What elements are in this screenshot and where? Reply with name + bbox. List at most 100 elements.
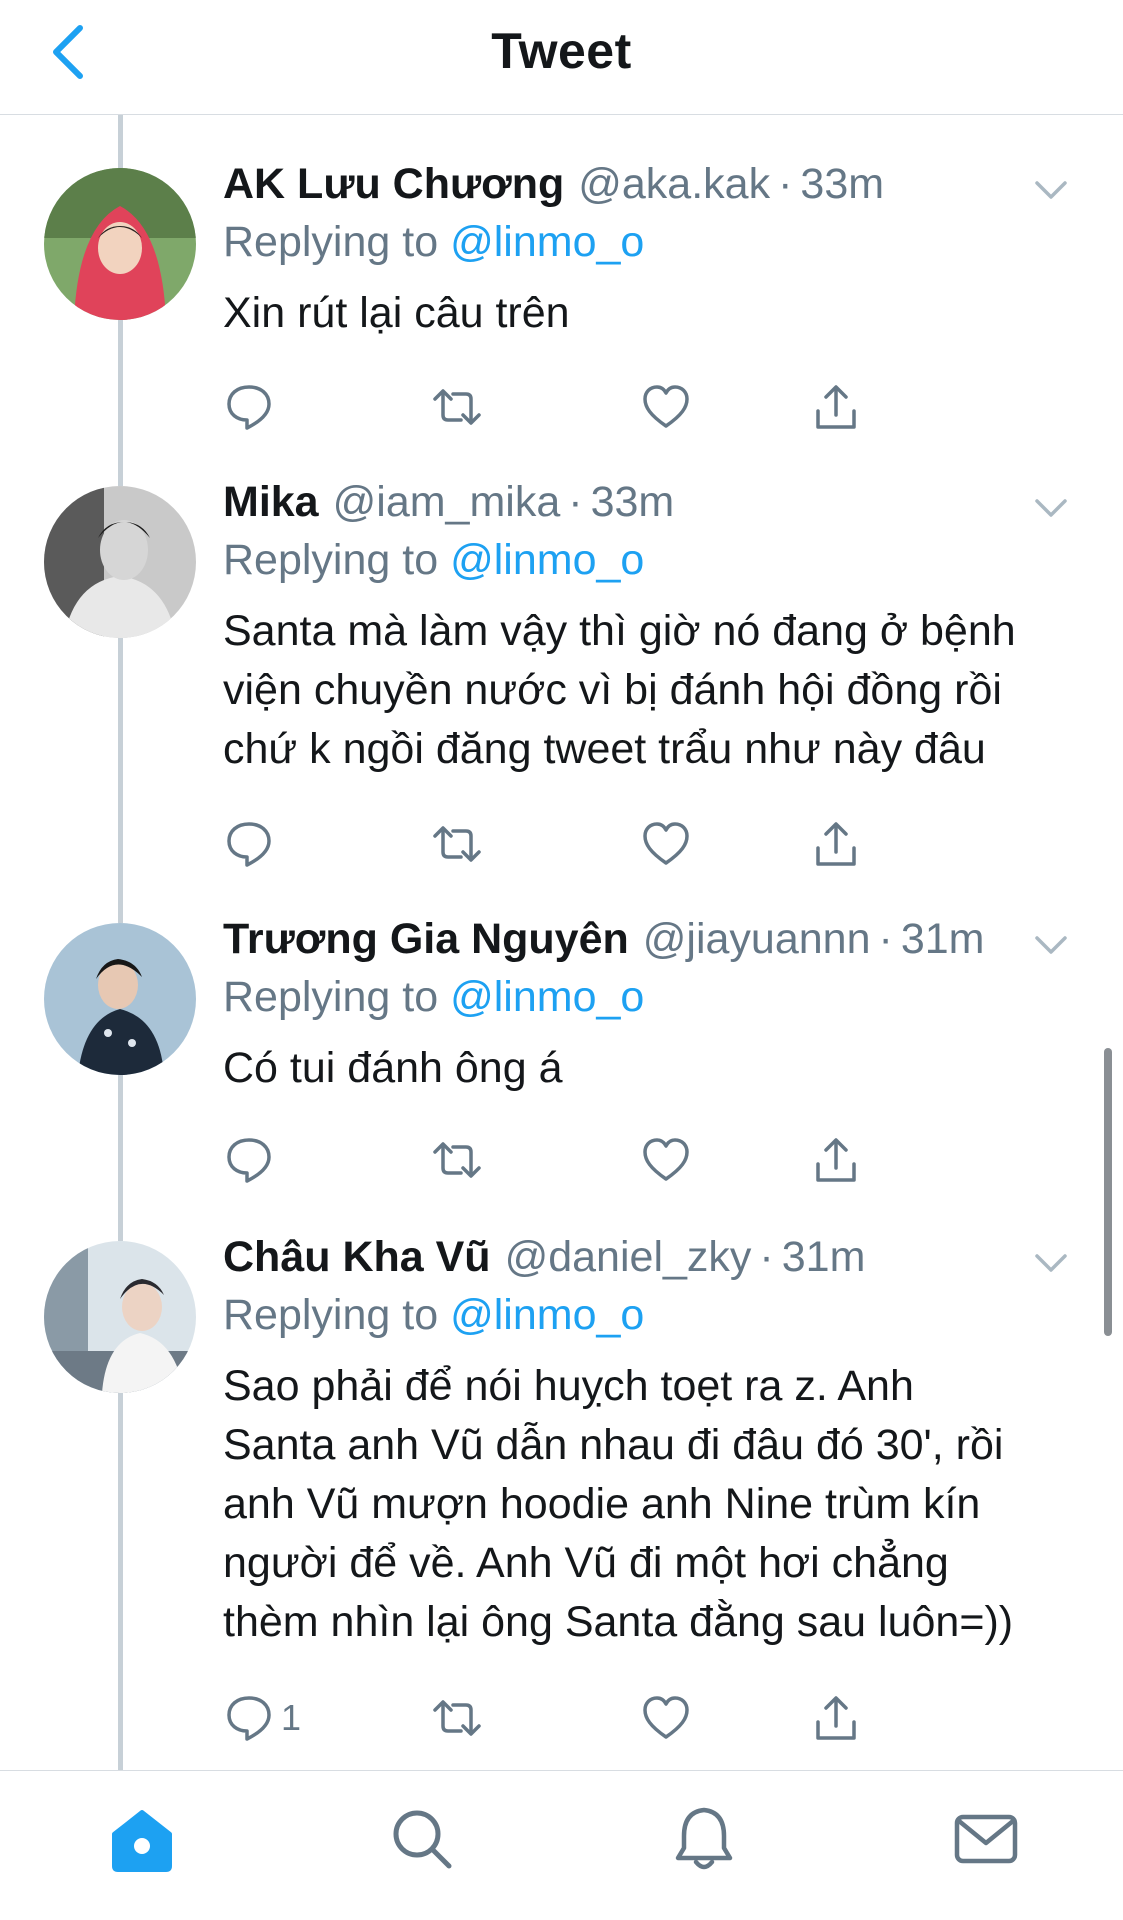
timestamp: 33m (590, 478, 675, 526)
heart-icon (643, 822, 689, 865)
author-handle[interactable]: @jiayuannn (643, 915, 871, 964)
author-name[interactable]: Châu Kha Vũ (223, 1233, 491, 1282)
author-handle[interactable]: @iam_mika (333, 478, 561, 527)
home-icon (112, 1810, 172, 1872)
top-nav-bar: Tweet (0, 0, 1123, 115)
author-name[interactable]: Trương Gia Nguyên (223, 915, 629, 964)
retweet-icon (433, 1700, 481, 1736)
timestamp: 33m (800, 160, 885, 208)
separator-dot: · (778, 160, 793, 208)
replying-label: Replying to (223, 973, 439, 1021)
avatar-image (44, 168, 196, 320)
avatar-image (44, 923, 196, 1075)
avatar[interactable] (44, 486, 196, 638)
tweet-actions (223, 377, 923, 437)
share-icon (816, 822, 856, 866)
tweet-text-line: Xin rút lại câu trên (223, 289, 570, 337)
timestamp: 31m (781, 1233, 866, 1281)
separator-dot: · (568, 478, 583, 526)
share-icon (816, 385, 856, 429)
replying-label: Replying to (223, 536, 439, 584)
heart-icon (643, 1696, 689, 1739)
tweet-text: Santa mà làm vậy thì giờ nó đang ở bệnh … (223, 602, 1083, 779)
author-name[interactable]: Mika (223, 478, 319, 527)
chevron-down-icon[interactable] (1029, 923, 1073, 967)
share-icon (816, 1138, 856, 1182)
replying-to-handle[interactable]: @linmo_o (450, 218, 644, 266)
replying-label: Replying to (223, 218, 439, 266)
author-handle[interactable]: @aka.kak (578, 160, 770, 209)
search-icon (393, 1810, 452, 1869)
retweet-button[interactable] (431, 1688, 483, 1748)
avatar[interactable] (44, 168, 196, 320)
author-handle[interactable]: @daniel_zky (505, 1233, 752, 1282)
retweet-button[interactable] (431, 1130, 483, 1190)
like-button[interactable] (640, 814, 692, 874)
tab-notifications[interactable] (664, 1799, 744, 1879)
tweet-actions (223, 814, 923, 874)
heart-icon (643, 385, 689, 428)
replying-to-handle[interactable]: @linmo_o (450, 536, 644, 584)
reply-button[interactable] (223, 377, 281, 437)
share-button[interactable] (810, 377, 862, 437)
retweet-button[interactable] (431, 377, 483, 437)
tweet-actions: 1 (223, 1688, 923, 1748)
replying-to-handle[interactable]: @linmo_o (450, 1291, 644, 1339)
chevron-down-icon[interactable] (1029, 1241, 1073, 1285)
retweet-icon (433, 1142, 481, 1178)
reply-count: 1 (281, 1697, 302, 1738)
tweet-text-line: Có tui đánh ông á (223, 1044, 563, 1092)
replying-to-line: Replying to @linmo_o (223, 1291, 1083, 1349)
tweet-text-line: thèm nhìn lại ông Santa đằng sau luôn=)) (223, 1598, 1014, 1646)
tweet-text-line: Santa mà làm vậy thì giờ nó đang ở bệnh (223, 607, 1016, 655)
tab-home[interactable] (102, 1799, 182, 1879)
tweet-text-line: Sao phải để nói huỵch toẹt ra z. Anh (223, 1362, 914, 1410)
retweet-button[interactable] (431, 814, 483, 874)
share-icon (816, 1696, 856, 1740)
notifications-icon (675, 1807, 733, 1870)
tweet-text-line: viện chuyền nước vì bị đánh hội đồng rồi (223, 666, 1002, 714)
author-name[interactable]: AK Lưu Chương (223, 160, 564, 209)
tweet-text: Sao phải để nói huỵch toẹt ra z. Anh San… (223, 1357, 1083, 1652)
reply-icon (227, 385, 271, 430)
tab-messages[interactable] (946, 1799, 1026, 1879)
chevron-down-icon[interactable] (1029, 486, 1073, 530)
tweet-text-line: anh Vũ mượn hoodie anh Nine trùm kín (223, 1480, 981, 1528)
avatar[interactable] (44, 923, 196, 1075)
tweet-actions (223, 1130, 923, 1190)
reply-icon (227, 1138, 271, 1183)
bottom-tab-bar (0, 1770, 1123, 1920)
like-button[interactable] (640, 377, 692, 437)
share-button[interactable] (810, 1688, 862, 1748)
like-button[interactable] (640, 1130, 692, 1190)
tweet-text: Xin rút lại câu trên (223, 284, 1083, 343)
reply-button[interactable] (223, 814, 281, 874)
heart-icon (643, 1138, 689, 1181)
chevron-down-icon[interactable] (1029, 168, 1073, 212)
retweet-icon (433, 826, 481, 862)
separator-dot: · (759, 1233, 774, 1281)
retweet-icon (433, 389, 481, 425)
replying-to-line: Replying to @linmo_o (223, 973, 1083, 1031)
tweet-text-line: chứ k ngồi đăng tweet trẩu như này đâu (223, 725, 986, 773)
avatar[interactable] (44, 1241, 196, 1393)
share-button[interactable] (810, 1130, 862, 1190)
tweet-text-line: Santa anh Vũ dẫn nhau đi đâu đó 30', rồi (223, 1421, 1004, 1469)
like-button[interactable] (640, 1688, 692, 1748)
separator-dot: · (878, 915, 893, 963)
scrollbar[interactable] (1104, 1048, 1112, 1336)
replying-to-line: Replying to @linmo_o (223, 218, 1083, 276)
timestamp: 31m (900, 915, 985, 963)
avatar-image (44, 1241, 196, 1393)
share-button[interactable] (810, 814, 862, 874)
reply-icon (227, 822, 271, 867)
replying-label: Replying to (223, 1291, 439, 1339)
tweet-text: Có tui đánh ông á (223, 1039, 1083, 1098)
reply-icon (227, 1696, 271, 1741)
reply-button[interactable]: 1 (223, 1688, 301, 1748)
tab-search[interactable] (382, 1799, 462, 1879)
avatar-image (44, 486, 196, 638)
replying-to-line: Replying to @linmo_o (223, 536, 1083, 594)
reply-button[interactable] (223, 1130, 281, 1190)
replying-to-handle[interactable]: @linmo_o (450, 973, 644, 1021)
